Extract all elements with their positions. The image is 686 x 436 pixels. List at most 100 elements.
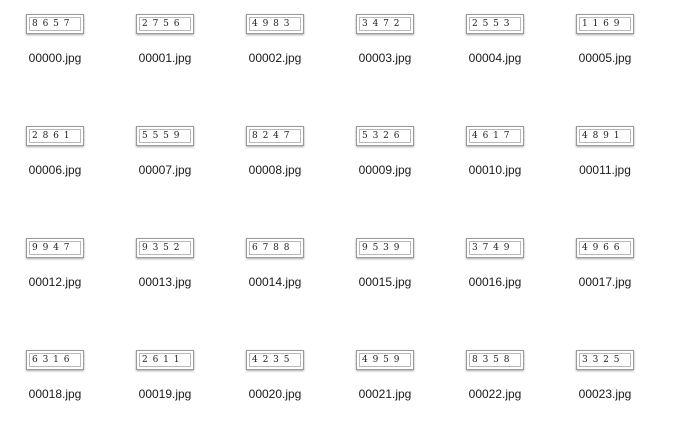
file-grid: 8 6 5 7 00000.jpg 2 7 5 6 00001.jpg 4 9 … <box>0 0 686 436</box>
file-item[interactable]: 3 4 7 2 00003.jpg <box>330 0 440 84</box>
file-item[interactable]: 3 3 2 5 00023.jpg <box>550 336 660 420</box>
captcha-digits: 9 3 5 2 <box>142 243 181 253</box>
image-thumbnail[interactable]: 2 5 5 3 <box>466 14 524 34</box>
file-name[interactable]: 00013.jpg <box>110 275 220 289</box>
file-name[interactable]: 00002.jpg <box>220 51 330 65</box>
thumbnail-frame: 8 6 5 7 <box>29 17 81 31</box>
file-name[interactable]: 00019.jpg <box>110 387 220 401</box>
file-name[interactable]: 00022.jpg <box>440 387 550 401</box>
image-thumbnail[interactable]: 3 4 7 2 <box>356 14 414 34</box>
file-name[interactable]: 00006.jpg <box>0 163 110 177</box>
image-thumbnail[interactable]: 2 8 6 1 <box>26 126 84 146</box>
file-item[interactable]: 2 5 5 3 00004.jpg <box>440 0 550 84</box>
file-item[interactable]: 2 7 5 6 00001.jpg <box>110 0 220 84</box>
thumbnail-frame: 8 3 5 8 <box>469 353 521 367</box>
captcha-digits: 3 7 4 9 <box>472 243 511 253</box>
file-name[interactable]: 00020.jpg <box>220 387 330 401</box>
file-name[interactable]: 00000.jpg <box>0 51 110 65</box>
file-item[interactable]: 4 6 1 7 00010.jpg <box>440 112 550 196</box>
file-item[interactable]: 6 3 1 6 00018.jpg <box>0 336 110 420</box>
image-thumbnail[interactable]: 4 9 6 6 <box>576 238 634 258</box>
file-item[interactable]: 9 3 5 2 00013.jpg <box>110 224 220 308</box>
file-name[interactable]: 00009.jpg <box>330 163 440 177</box>
image-thumbnail[interactable]: 9 3 5 2 <box>136 238 194 258</box>
image-thumbnail[interactable]: 9 5 3 9 <box>356 238 414 258</box>
file-item[interactable]: 5 5 5 9 00007.jpg <box>110 112 220 196</box>
captcha-digits: 4 2 3 5 <box>252 355 291 365</box>
image-thumbnail[interactable]: 6 3 1 6 <box>26 350 84 370</box>
captcha-digits: 2 5 5 3 <box>472 19 511 29</box>
file-item[interactable]: 9 5 3 9 00015.jpg <box>330 224 440 308</box>
captcha-digits: 9 5 3 9 <box>362 243 401 253</box>
captcha-digits: 2 6 1 1 <box>142 355 181 365</box>
captcha-digits: 6 7 8 8 <box>252 243 291 253</box>
thumbnail-frame: 5 5 5 9 <box>139 129 191 143</box>
file-item[interactable]: 8 6 5 7 00000.jpg <box>0 0 110 84</box>
thumbnail-frame: 4 9 6 6 <box>579 241 631 255</box>
thumbnail-frame: 4 9 8 3 <box>249 17 301 31</box>
image-thumbnail[interactable]: 9 9 4 7 <box>26 238 84 258</box>
image-thumbnail[interactable]: 4 8 9 1 <box>576 126 634 146</box>
image-thumbnail[interactable]: 5 5 5 9 <box>136 126 194 146</box>
file-item[interactable]: 8 3 5 8 00022.jpg <box>440 336 550 420</box>
captcha-digits: 4 8 9 1 <box>582 131 621 141</box>
file-name[interactable]: 00016.jpg <box>440 275 550 289</box>
captcha-digits: 2 7 5 6 <box>142 19 181 29</box>
thumbnail-frame: 2 6 1 1 <box>139 353 191 367</box>
file-item[interactable]: 8 2 4 7 00008.jpg <box>220 112 330 196</box>
thumbnail-frame: 3 3 2 5 <box>579 353 631 367</box>
file-item[interactable]: 3 7 4 9 00016.jpg <box>440 224 550 308</box>
image-thumbnail[interactable]: 4 6 1 7 <box>466 126 524 146</box>
file-name[interactable]: 00001.jpg <box>110 51 220 65</box>
file-name[interactable]: 00008.jpg <box>220 163 330 177</box>
file-item[interactable]: 1 1 6 9 00005.jpg <box>550 0 660 84</box>
file-name[interactable]: 00007.jpg <box>110 163 220 177</box>
captcha-digits: 4 9 8 3 <box>252 19 291 29</box>
thumbnail-frame: 8 2 4 7 <box>249 129 301 143</box>
file-name[interactable]: 00004.jpg <box>440 51 550 65</box>
captcha-digits: 5 5 5 9 <box>142 131 181 141</box>
file-item[interactable]: 4 2 3 5 00020.jpg <box>220 336 330 420</box>
thumbnail-frame: 4 8 9 1 <box>579 129 631 143</box>
file-name[interactable]: 00023.jpg <box>550 387 660 401</box>
file-name[interactable]: 00017.jpg <box>550 275 660 289</box>
image-thumbnail[interactable]: 5 3 2 6 <box>356 126 414 146</box>
file-name[interactable]: 00010.jpg <box>440 163 550 177</box>
captcha-digits: 4 9 6 6 <box>582 243 621 253</box>
image-thumbnail[interactable]: 2 7 5 6 <box>136 14 194 34</box>
file-item[interactable]: 4 9 6 6 00017.jpg <box>550 224 660 308</box>
file-item[interactable]: 9 9 4 7 00012.jpg <box>0 224 110 308</box>
image-thumbnail[interactable]: 3 7 4 9 <box>466 238 524 258</box>
file-item[interactable]: 4 9 8 3 00002.jpg <box>220 0 330 84</box>
thumbnail-frame: 9 9 4 7 <box>29 241 81 255</box>
file-item[interactable]: 4 8 9 1 00011.jpg <box>550 112 660 196</box>
thumbnail-frame: 3 4 7 2 <box>359 17 411 31</box>
file-item[interactable]: 2 6 1 1 00019.jpg <box>110 336 220 420</box>
file-name[interactable]: 00015.jpg <box>330 275 440 289</box>
file-name[interactable]: 00003.jpg <box>330 51 440 65</box>
thumbnail-frame: 6 7 8 8 <box>249 241 301 255</box>
image-thumbnail[interactable]: 8 3 5 8 <box>466 350 524 370</box>
image-thumbnail[interactable]: 4 9 8 3 <box>246 14 304 34</box>
image-thumbnail[interactable]: 4 9 5 9 <box>356 350 414 370</box>
file-name[interactable]: 00005.jpg <box>550 51 660 65</box>
file-name[interactable]: 00012.jpg <box>0 275 110 289</box>
image-thumbnail[interactable]: 8 6 5 7 <box>26 14 84 34</box>
file-name[interactable]: 00018.jpg <box>0 387 110 401</box>
thumbnail-frame: 4 6 1 7 <box>469 129 521 143</box>
file-name[interactable]: 00021.jpg <box>330 387 440 401</box>
file-name[interactable]: 00014.jpg <box>220 275 330 289</box>
image-thumbnail[interactable]: 6 7 8 8 <box>246 238 304 258</box>
image-thumbnail[interactable]: 2 6 1 1 <box>136 350 194 370</box>
file-item[interactable]: 2 8 6 1 00006.jpg <box>0 112 110 196</box>
thumbnail-frame: 9 5 3 9 <box>359 241 411 255</box>
image-thumbnail[interactable]: 4 2 3 5 <box>246 350 304 370</box>
file-item[interactable]: 5 3 2 6 00009.jpg <box>330 112 440 196</box>
captcha-digits: 1 1 6 9 <box>582 19 621 29</box>
image-thumbnail[interactable]: 8 2 4 7 <box>246 126 304 146</box>
image-thumbnail[interactable]: 1 1 6 9 <box>576 14 634 34</box>
file-name[interactable]: 00011.jpg <box>550 163 660 177</box>
file-item[interactable]: 6 7 8 8 00014.jpg <box>220 224 330 308</box>
file-item[interactable]: 4 9 5 9 00021.jpg <box>330 336 440 420</box>
image-thumbnail[interactable]: 3 3 2 5 <box>576 350 634 370</box>
